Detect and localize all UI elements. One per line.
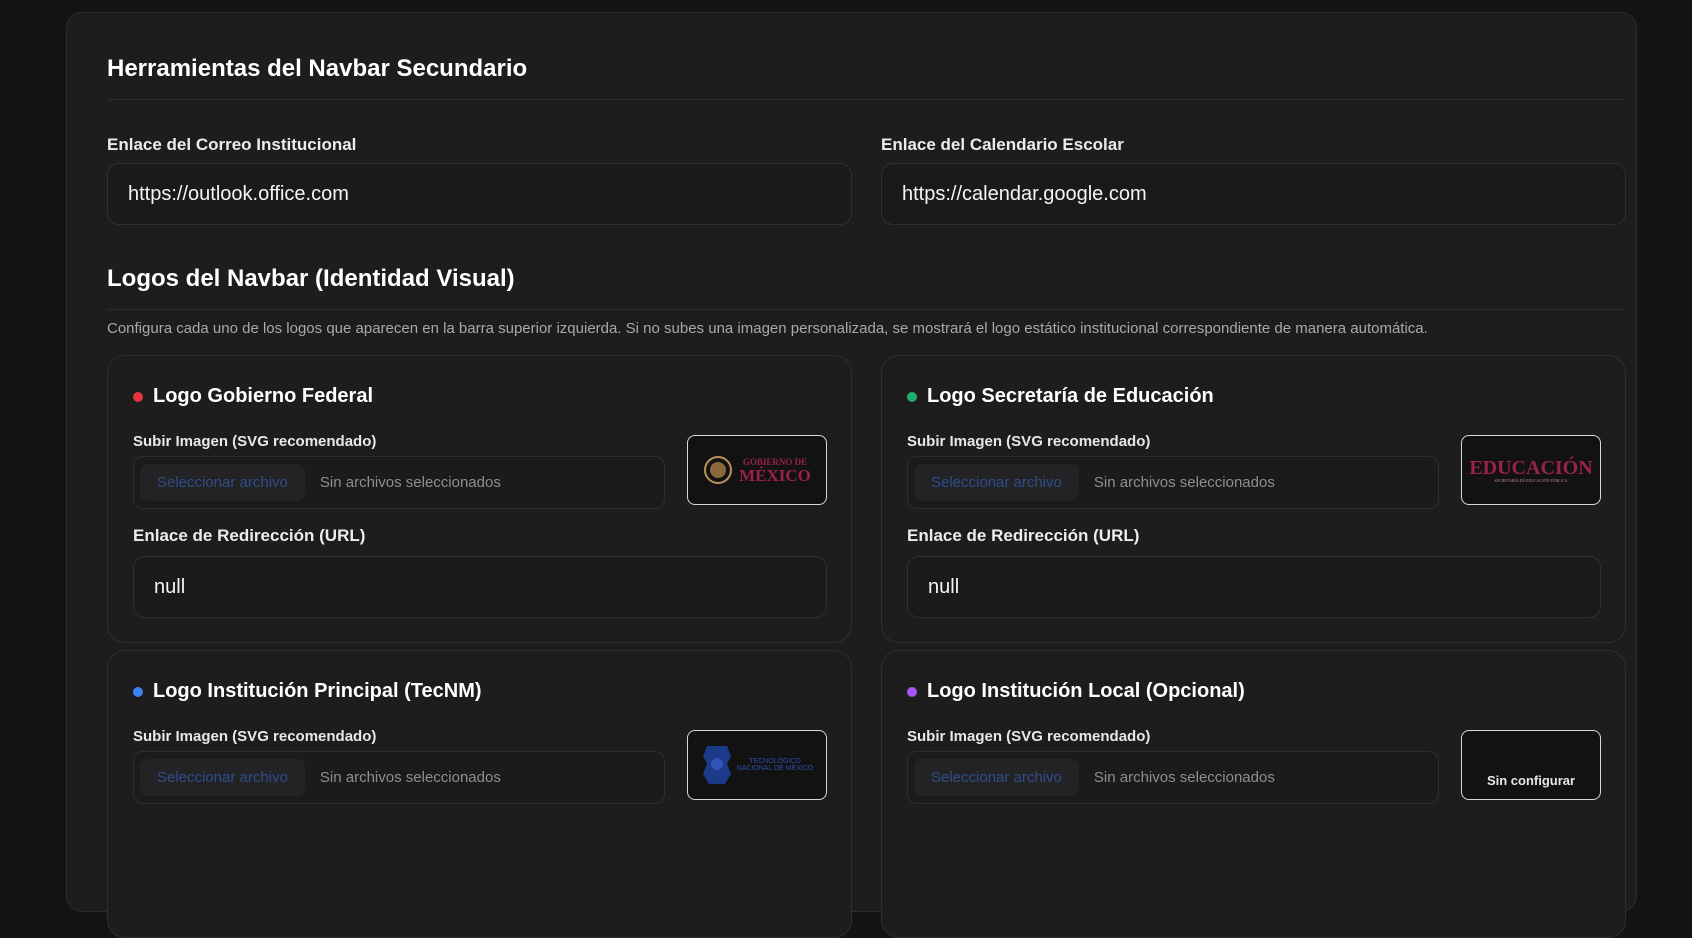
file-input[interactable]: Seleccionar archivo Sin archivos selecci… <box>133 456 665 509</box>
upload-label: Subir Imagen (SVG recomendado) <box>133 728 377 745</box>
toolbar-section-title: Herramientas del Navbar Secundario <box>107 55 528 82</box>
select-file-button[interactable]: Seleccionar archivo <box>914 464 1079 501</box>
card-title: Logo Secretaría de Educación <box>907 385 1214 408</box>
status-dot-icon <box>133 391 143 402</box>
logo-preview: GOBIERNO DE MÉXICO <box>687 435 827 505</box>
status-dot-icon <box>907 686 917 697</box>
select-file-button[interactable]: Seleccionar archivo <box>140 464 305 501</box>
logos-section-title: Logos del Navbar (Identidad Visual) <box>107 265 515 292</box>
coat-of-arms-icon <box>704 456 733 484</box>
file-input[interactable]: Seleccionar archivo Sin archivos selecci… <box>907 456 1439 509</box>
file-status: Sin archivos seleccionados <box>1093 474 1275 491</box>
redirect-url-input[interactable]: null <box>907 556 1601 618</box>
preview-text-sub: NACIONAL DE MÉXICO <box>736 765 814 772</box>
preview-empty-text: Sin configurar <box>1486 772 1576 788</box>
redirect-url-input[interactable]: null <box>133 556 827 618</box>
file-input[interactable]: Seleccionar archivo Sin archivos selecci… <box>133 751 665 804</box>
section-divider <box>107 309 1624 310</box>
file-status: Sin archivos seleccionados <box>319 769 501 786</box>
section-divider <box>107 99 1624 100</box>
file-status: Sin archivos seleccionados <box>1093 769 1275 786</box>
card-title: Logo Institución Principal (TecNM) <box>133 680 482 703</box>
tecnm-emblem-icon <box>702 746 731 784</box>
preview-text-top: GOBIERNO DE <box>742 456 808 467</box>
calendar-link-input[interactable]: https://calendar.google.com <box>881 163 1626 225</box>
mail-link-label: Enlace del Correo Institucional <box>107 135 357 154</box>
logo-card-gobierno: Logo Gobierno Federal Subir Imagen (SVG … <box>107 355 852 643</box>
preview-text-main: EDUCACIÓN <box>1469 456 1593 479</box>
logo-preview: EDUCACIÓN SECRETARÍA DE EDUCACIÓN PÚBLIC… <box>1461 435 1601 505</box>
mail-link-input[interactable]: https://outlook.office.com <box>107 163 852 225</box>
upload-label: Subir Imagen (SVG recomendado) <box>907 728 1151 745</box>
settings-panel: Herramientas del Navbar Secundario Enlac… <box>66 12 1637 938</box>
status-dot-icon <box>133 686 143 697</box>
card-title: Logo Gobierno Federal <box>133 385 373 408</box>
card-title-text: Logo Secretaría de Educación <box>927 385 1214 407</box>
file-status: Sin archivos seleccionados <box>319 474 501 491</box>
logo-preview: TECNOLÓGICO NACIONAL DE MÉXICO <box>687 730 827 800</box>
select-file-button[interactable]: Seleccionar archivo <box>140 759 305 796</box>
logo-card-local: Logo Institución Local (Opcional) Subir … <box>881 650 1626 938</box>
logo-card-tecnm: Logo Institución Principal (TecNM) Subir… <box>107 650 852 938</box>
redirect-label: Enlace de Redirección (URL) <box>133 526 366 545</box>
logo-preview: Sin configurar <box>1461 730 1601 800</box>
select-file-button[interactable]: Seleccionar archivo <box>914 759 1079 796</box>
card-title-text: Logo Institución Local (Opcional) <box>927 680 1245 702</box>
card-title: Logo Institución Local (Opcional) <box>907 680 1245 703</box>
preview-text-sub: SECRETARÍA DE EDUCACIÓN PÚBLICA <box>1494 477 1568 483</box>
card-title-text: Logo Institución Principal (TecNM) <box>153 680 482 702</box>
file-input[interactable]: Seleccionar archivo Sin archivos selecci… <box>907 751 1439 804</box>
calendar-link-label: Enlace del Calendario Escolar <box>881 135 1124 154</box>
status-dot-icon <box>907 391 917 402</box>
redirect-label: Enlace de Redirección (URL) <box>907 526 1140 545</box>
preview-text-top: TECNOLÓGICO <box>749 758 801 765</box>
upload-label: Subir Imagen (SVG recomendado) <box>133 433 377 450</box>
preview-text-main: MÉXICO <box>739 465 811 485</box>
logos-description: Configura cada uno de los logos que apar… <box>107 320 1428 337</box>
upload-label: Subir Imagen (SVG recomendado) <box>907 433 1151 450</box>
logo-card-educacion: Logo Secretaría de Educación Subir Image… <box>881 355 1626 643</box>
card-title-text: Logo Gobierno Federal <box>153 385 374 407</box>
